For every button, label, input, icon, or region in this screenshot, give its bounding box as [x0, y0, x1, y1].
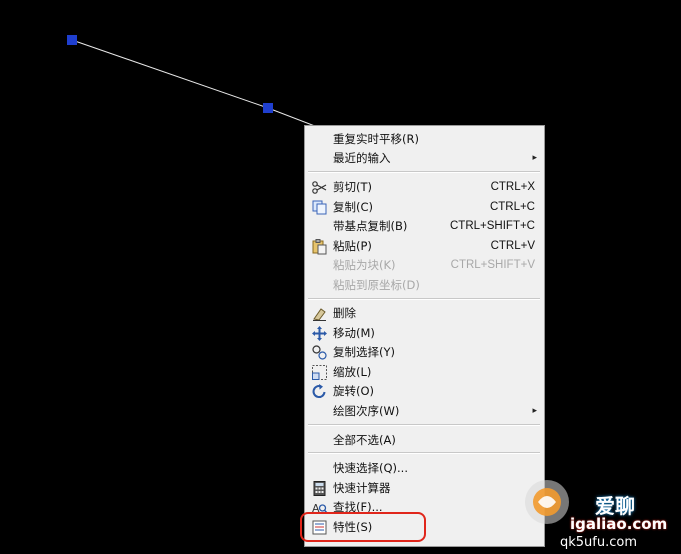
paste-icon [311, 238, 328, 255]
menu-separator [308, 424, 540, 426]
menu-item-scale[interactable]: 缩放(L) [305, 363, 544, 382]
selected-line-segment[interactable] [71, 39, 269, 109]
menu-item-recent-input[interactable]: 最近的输入 ▸ [305, 149, 544, 168]
menu-item-label: 粘贴(P) [333, 239, 372, 253]
menu-item-label: 快速选择(Q)... [333, 461, 408, 475]
menu-item-label: 删除 [333, 306, 356, 320]
submenu-arrow-icon: ▸ [532, 153, 537, 163]
menu-item-copy-selection[interactable]: 复制选择(Y) [305, 343, 544, 362]
move-icon [311, 325, 328, 342]
copy-selection-icon [311, 344, 328, 361]
menu-item-label: 复制选择(Y) [333, 345, 395, 359]
menu-item-label: 粘贴为块(K) [333, 258, 396, 272]
menu-item-paste[interactable]: 粘贴(P) CTRL+V [305, 237, 544, 256]
menu-item-label: 带基点复制(B) [333, 219, 408, 233]
menu-separator [308, 298, 540, 300]
menu-item-repeat-pan[interactable]: 重复实时平移(R) [305, 130, 544, 149]
grip-endpoint[interactable] [67, 35, 77, 45]
menu-separator [308, 171, 540, 173]
submenu-arrow-icon: ▸ [532, 406, 537, 416]
watermark-site: igaliao.com [570, 515, 668, 533]
menu-item-shortcut: CTRL+C [489, 201, 535, 213]
menu-item-shortcut: CTRL+SHIFT+V [450, 259, 535, 271]
menu-item-copy-with-basepoint[interactable]: 带基点复制(B) CTRL+SHIFT+C [305, 217, 544, 236]
scale-icon [311, 364, 328, 381]
rotate-icon [311, 383, 328, 400]
menu-item-shortcut: CTRL+X [490, 181, 535, 193]
menu-item-label: 剪切(T) [333, 180, 372, 194]
calculator-icon [311, 480, 328, 497]
menu-item-paste-as-block: 粘贴为块(K) CTRL+SHIFT+V [305, 256, 544, 275]
menu-item-label: 全部不选(A) [333, 433, 396, 447]
menu-item-label: 绘图次序(W) [333, 404, 400, 418]
menu-item-label: 重复实时平移(R) [333, 132, 419, 146]
menu-item-label: 缩放(L) [333, 365, 372, 379]
menu-separator [308, 452, 540, 454]
menu-item-shortcut: CTRL+SHIFT+C [450, 220, 535, 232]
menu-item-label: 移动(M) [333, 326, 375, 340]
copy-icon [311, 199, 328, 216]
highlight-annotation-ring [300, 512, 426, 542]
menu-item-label: 快速计算器 [333, 481, 391, 495]
menu-item-deselect-all[interactable]: 全部不选(A) [305, 431, 544, 450]
menu-item-label: 粘贴到原坐标(D) [333, 278, 420, 292]
menu-item-move[interactable]: 移动(M) [305, 324, 544, 343]
menu-item-draw-order[interactable]: 绘图次序(W) ▸ [305, 402, 544, 421]
menu-item-label: 旋转(O) [333, 384, 375, 398]
watermark-small-text: qk5ufu.com [560, 535, 638, 550]
menu-item-cut[interactable]: 剪切(T) CTRL+X [305, 178, 544, 197]
menu-item-copy[interactable]: 复制(C) CTRL+C [305, 198, 544, 217]
menu-item-label: 复制(C) [333, 200, 374, 214]
menu-item-rotate[interactable]: 旋转(O) [305, 382, 544, 401]
menu-item-erase[interactable]: 删除 [305, 304, 544, 323]
eraser-icon [311, 305, 328, 322]
grip-midpoint[interactable] [263, 103, 273, 113]
menu-item-shortcut: CTRL+V [490, 240, 535, 252]
menu-item-label: 最近的输入 [333, 151, 391, 165]
menu-item-paste-original-coords: 粘贴到原坐标(D) [305, 276, 544, 295]
scissors-icon [311, 179, 328, 196]
